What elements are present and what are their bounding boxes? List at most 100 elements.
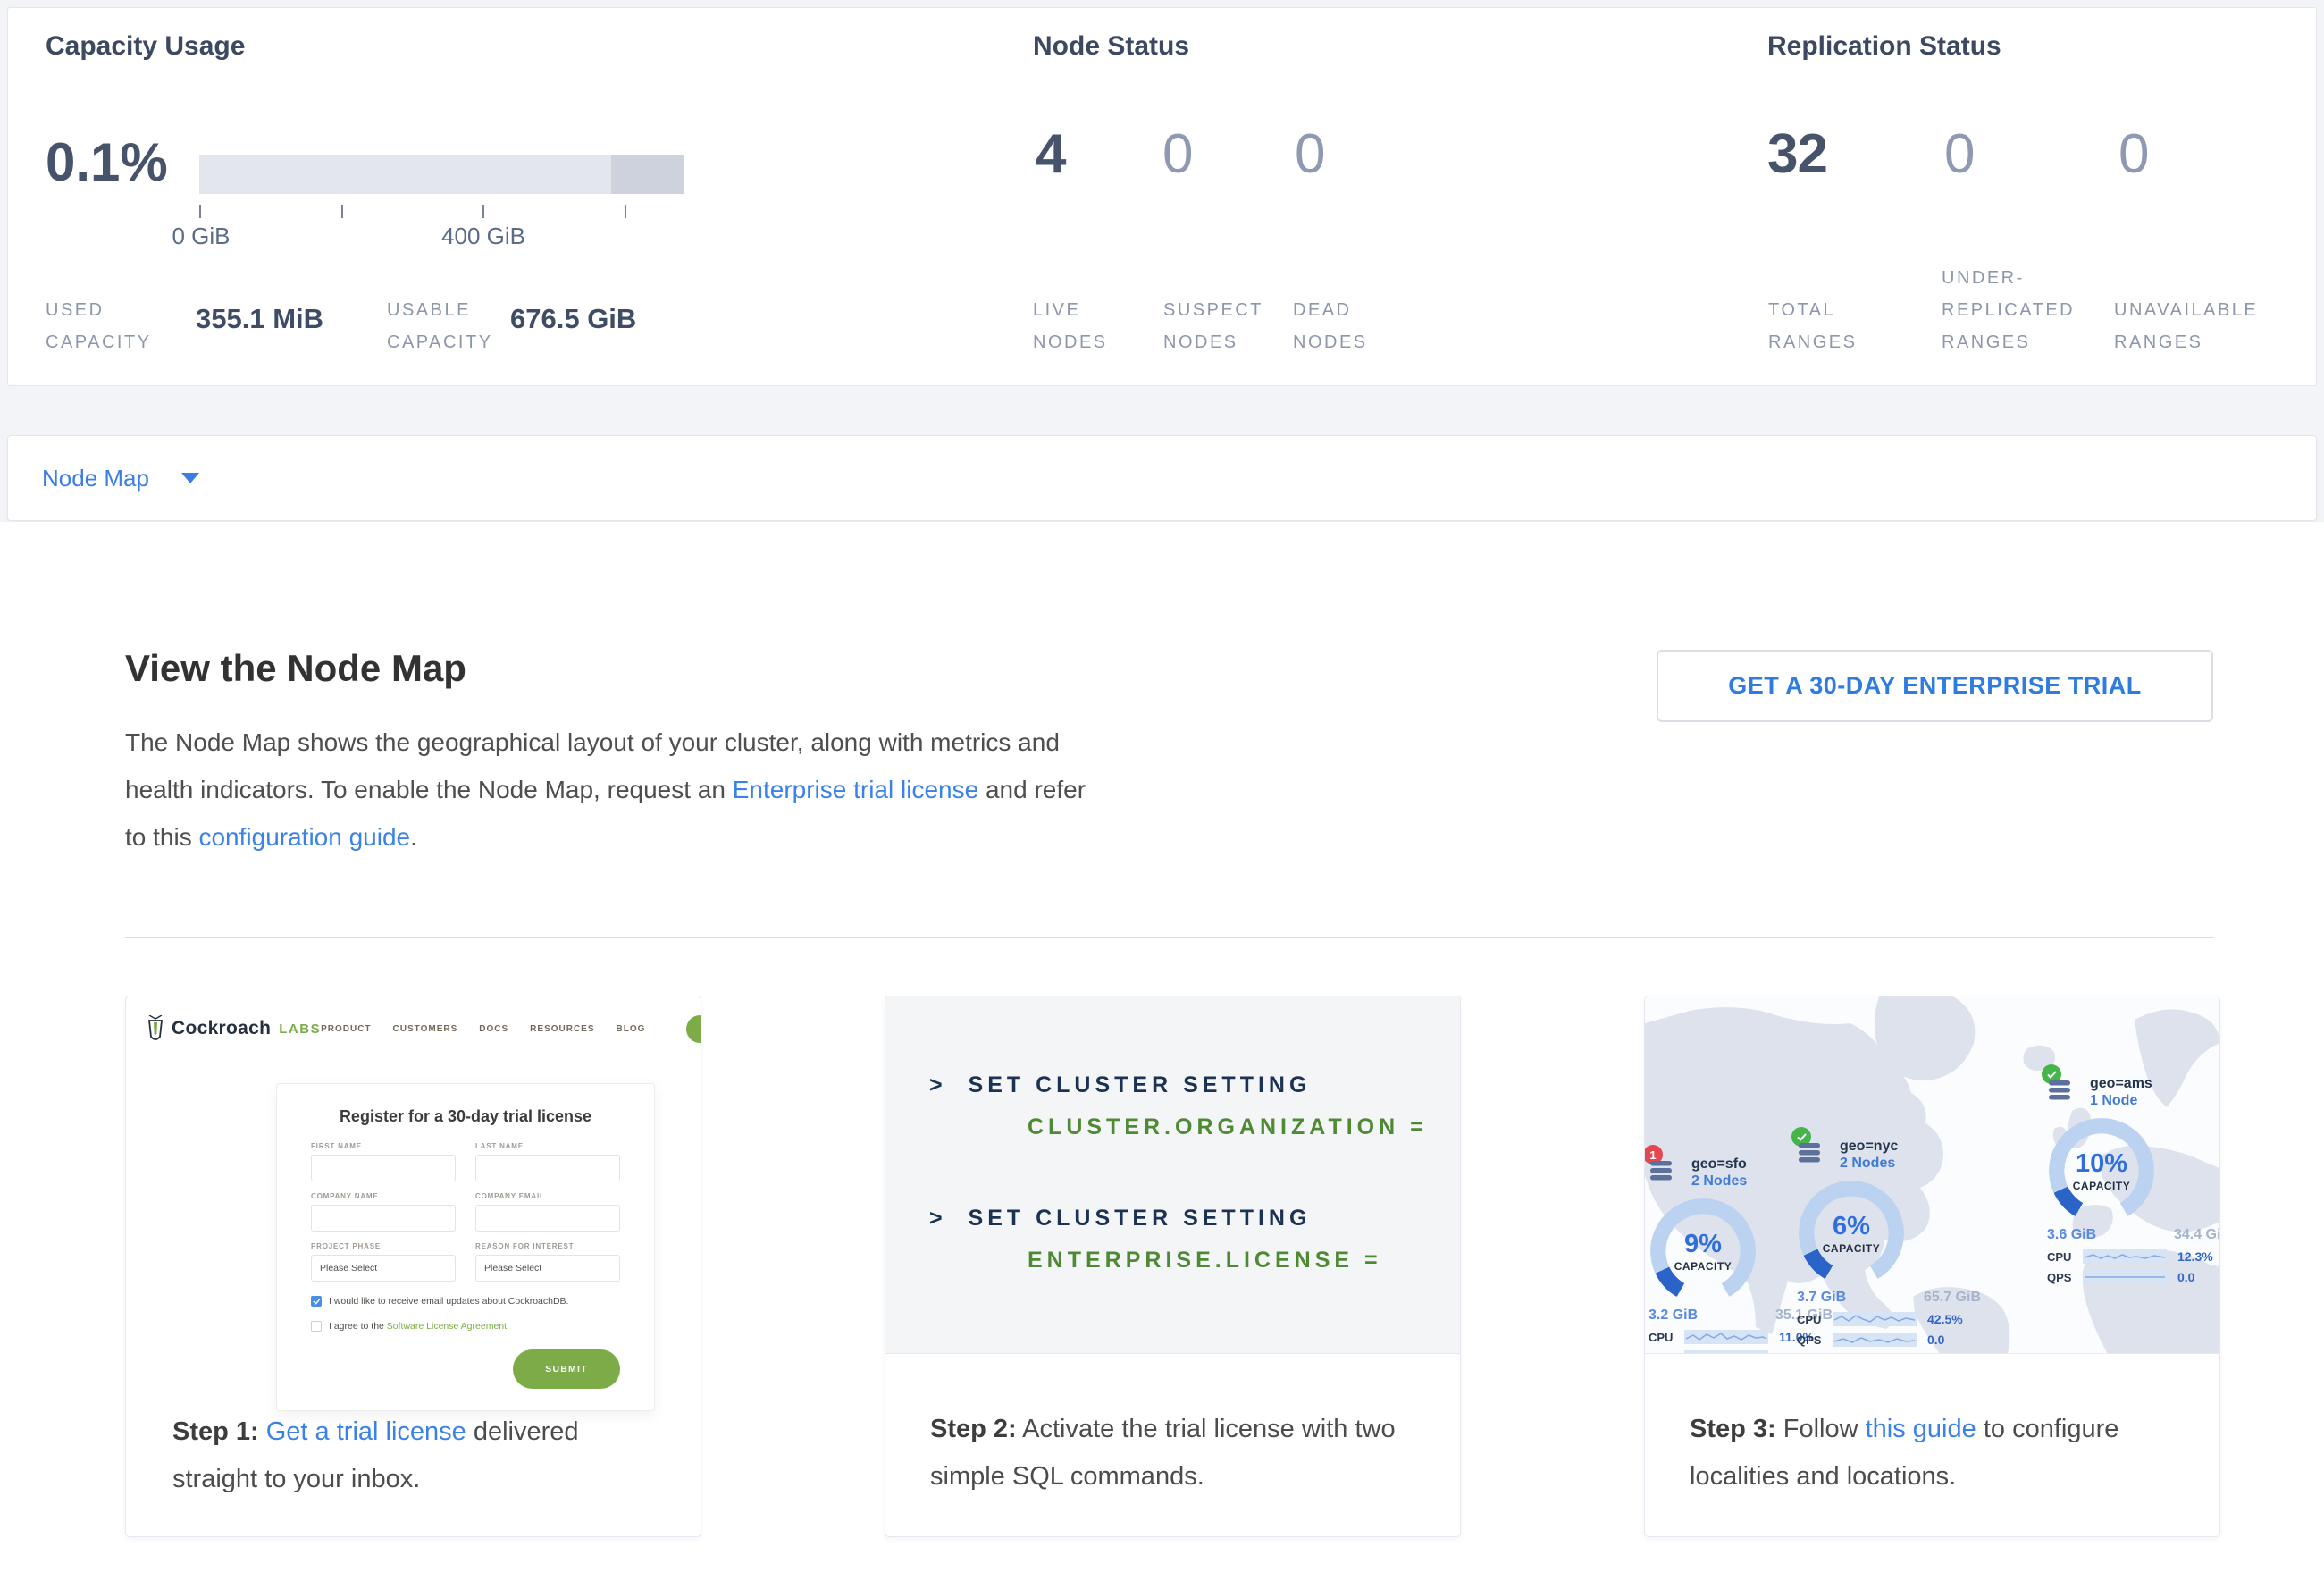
locality-name: geo=ams (2090, 1075, 2152, 1092)
gauge-percent: 9% (1684, 1231, 1722, 1257)
form-fields: FIRST NAME LAST NAME COMPANY NAME C (311, 1142, 620, 1282)
capacity-tick (341, 205, 343, 218)
locality-labels: geo=nyc 2 Nodes (1827, 1138, 1898, 1173)
live-nodes-label: LIVE NODES (1033, 294, 1140, 358)
qps-row: QPS 0.0 (2047, 1270, 2219, 1284)
sql-cmd: SET CLUSTER SETTING (969, 1206, 1312, 1231)
field-reason-for-interest: REASON FOR INTEREST Please Select (475, 1242, 620, 1282)
chevron-down-icon (181, 473, 199, 483)
qps-label: QPS (1649, 1351, 1684, 1355)
cpu-sparkline (2083, 1249, 2167, 1264)
capacity-used: 3.6 GiB (2047, 1227, 2096, 1243)
field-last-name: LAST NAME (475, 1142, 620, 1181)
cpu-value: 12.3% (2177, 1249, 2213, 1264)
under-replicated-ranges-count: 0 (1944, 122, 1974, 186)
software-license-agreement-link: Software License Agreement. (387, 1321, 509, 1332)
capacity-percent: 0.1% (46, 131, 168, 193)
capacity-bar-dark-segment (611, 155, 684, 194)
last-name-input (475, 1155, 620, 1181)
intro-text-3: . (410, 823, 417, 851)
qps-value: 0.0 (1927, 1333, 1944, 1347)
step2-caption: Step 2: Activate the trial license with … (885, 1354, 1460, 1501)
capacity-tick (625, 205, 626, 218)
locality-name: geo=nyc (1840, 1138, 1898, 1155)
replication-status-title: Replication Status (1767, 31, 2001, 62)
locality-node-count: 2 Nodes (1691, 1173, 1747, 1190)
step1-prefix: Step 1: (172, 1417, 259, 1446)
used-capacity-value: 355.1 MiB (196, 303, 323, 335)
qps-label: QPS (1797, 1333, 1833, 1347)
nav-docs: DOCS (479, 1024, 508, 1034)
node-map-dropdown[interactable]: Node Map (7, 435, 2317, 521)
step1-card: CockroachLABS PRODUCT CUSTOMERS DOCS RES… (125, 996, 701, 1537)
qps-value: 0.0 (2177, 1270, 2194, 1284)
suspect-nodes-count: 0 (1162, 122, 1192, 186)
step2-prefix: Step 2: (930, 1415, 1017, 1443)
sql-command-1: > SET CLUSTER SETTING (929, 1072, 1460, 1098)
sql-command-2: > SET CLUSTER SETTING (929, 1205, 1460, 1232)
cpu-label: CPU (1797, 1313, 1833, 1326)
locality-nyc-header: geo=nyc 2 Nodes (1797, 1138, 1986, 1173)
get-trial-license-link[interactable]: Get a trial license (266, 1417, 466, 1446)
form-title: Register for a 30-day trial license (311, 1107, 620, 1126)
live-nodes-count: 4 (1036, 122, 1065, 186)
node-map-dropdown-label: Node Map (42, 465, 149, 492)
this-guide-link[interactable]: this guide (1866, 1415, 1976, 1443)
qps-sparkline (1833, 1333, 1917, 1347)
license-agreement-label: I agree to the Software License Agreemen… (329, 1321, 509, 1332)
field-company-name: COMPANY NAME (311, 1192, 456, 1232)
database-icon (2049, 1080, 2070, 1100)
gauge-percent: 10% (2076, 1150, 2127, 1177)
cpu-label: CPU (2047, 1250, 2083, 1264)
field-first-name: FIRST NAME (311, 1142, 456, 1181)
check-icon (313, 1298, 321, 1305)
locality-ams-header: geo=ams 1 Node (2047, 1075, 2219, 1111)
sql-prompt: > (929, 1072, 947, 1097)
capacity-gauge: 6% CAPACITY (1799, 1181, 1904, 1286)
total-ranges-count: 32 (1767, 122, 1827, 186)
unavailable-ranges-label: UNAVAILABLE RANGES (2114, 294, 2279, 358)
capacity-total: 34.4 GiB (2174, 1227, 2219, 1243)
sql-arg-2: ENTERPRISE.LICENSE = (929, 1247, 1460, 1274)
gauge-capacity-label: CAPACITY (1674, 1260, 1732, 1273)
used-capacity-label: USED CAPACITY (46, 294, 162, 358)
field-label: COMPANY EMAIL (475, 1192, 620, 1200)
nav-customers: CUSTOMERS (393, 1024, 458, 1034)
project-phase-select: Please Select (311, 1255, 456, 1282)
cluster-summary-panel: Capacity Usage 0.1% 0 GiB 400 GiB USED C… (7, 7, 2317, 386)
step3-card: 1 geo=sfo 2 Nodes 9% CAPACITY (1644, 996, 2220, 1537)
download-button: DOWNLOAD (686, 1015, 701, 1043)
field-project-phase: PROJECT PHASE Please Select (311, 1242, 456, 1282)
submit-button: SUBMIT (513, 1349, 620, 1389)
node-status-title: Node Status (1033, 31, 1189, 62)
license-agreement-checkbox (311, 1321, 322, 1332)
get-enterprise-trial-button[interactable]: GET A 30-DAY ENTERPRISE TRIAL (1657, 650, 2213, 722)
nav-product: PRODUCT (321, 1024, 371, 1034)
trial-license-form: Register for a 30-day trial license FIRS… (276, 1083, 655, 1411)
cockroach-labs-logo: CockroachLABS (146, 1015, 321, 1042)
check-icon (1797, 1133, 1807, 1141)
field-company-email: COMPANY EMAIL (475, 1192, 620, 1232)
step3-caption: Step 3: Follow this guide to configure l… (1645, 1354, 2219, 1501)
capacity-bar: 0 GiB 400 GiB (199, 155, 684, 244)
unavailable-ranges-count: 0 (2118, 122, 2148, 186)
capacity-tick (482, 205, 484, 218)
node-map-enterprise-section: View the Node Map The Node Map shows the… (0, 522, 2324, 1589)
locality-node-count: 2 Nodes (1840, 1155, 1898, 1173)
capacity-total: 65.7 GiB (1924, 1290, 1981, 1306)
sql-arg-1: CLUSTER.ORGANIZATION = (929, 1114, 1460, 1140)
configuration-guide-link[interactable]: configuration guide (198, 823, 410, 851)
gauge-capacity-label: CAPACITY (1823, 1242, 1880, 1255)
capacity-tick-label-400: 400 GiB (441, 223, 525, 250)
capacity-tick-label-0: 0 GiB (172, 223, 230, 250)
license-agreement-checkbox-row: I agree to the Software License Agreemen… (311, 1321, 620, 1332)
section-divider (125, 937, 2214, 938)
mini-site-nav: PRODUCT CUSTOMERS DOCS RESOURCES BLOG DO… (321, 1015, 701, 1043)
locality-name: geo=sfo (1691, 1156, 1747, 1173)
capacity-gauge: 10% CAPACITY (2049, 1118, 2154, 1223)
node-map-preview: 1 geo=sfo 2 Nodes 9% CAPACITY (1645, 996, 2219, 1354)
enterprise-trial-license-link[interactable]: Enterprise trial license (733, 776, 978, 803)
step3-prefix: Step 3: (1690, 1415, 1776, 1443)
database-icon (1650, 1161, 1672, 1181)
capacity-values: 3.6 GiB 34.4 GiB (2047, 1227, 2219, 1243)
